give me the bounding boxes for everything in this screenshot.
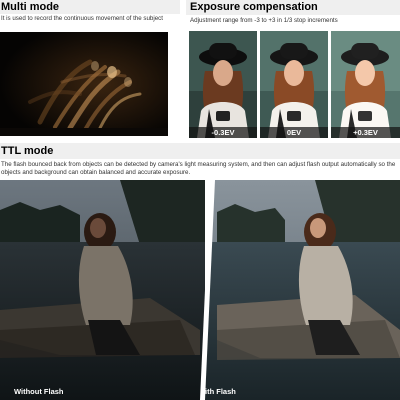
exposure-title: Exposure compensation bbox=[190, 1, 318, 13]
exposure-description: Adjustment range from -3 to +3 in 1/3 st… bbox=[190, 17, 338, 24]
multi-mode-header: Multi mode bbox=[0, 0, 180, 14]
multi-mode-description: It is used to record the continuous move… bbox=[1, 15, 163, 22]
ev-label-plus: +0.3EV bbox=[331, 127, 400, 138]
exposure-header: Exposure compensation bbox=[186, 0, 400, 15]
ttl-header: TTL mode bbox=[0, 143, 400, 159]
multi-mode-photo bbox=[0, 32, 168, 136]
exposure-photo-minus: -0.3EV bbox=[189, 31, 257, 138]
with-flash-caption: With Flash bbox=[205, 387, 236, 396]
multi-mode-title: Multi mode bbox=[1, 1, 60, 13]
ttl-description: The flash bounced back from objects can … bbox=[1, 161, 396, 176]
ttl-title: TTL mode bbox=[1, 145, 54, 157]
with-flash-photo: With Flash bbox=[205, 180, 400, 400]
ev-label-minus: -0.3EV bbox=[189, 127, 257, 138]
exposure-photo-plus: +0.3EV bbox=[331, 31, 400, 138]
without-flash-caption: Without Flash bbox=[14, 387, 64, 396]
exposure-photo-zero: 0EV bbox=[260, 31, 328, 138]
without-flash-photo: Without Flash bbox=[0, 180, 215, 400]
ev-label-zero: 0EV bbox=[260, 127, 328, 138]
